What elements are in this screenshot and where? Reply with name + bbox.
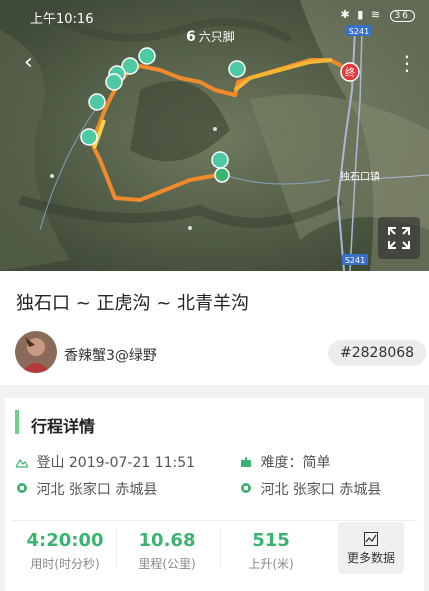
- stat-distance: 10.68 里程(公里): [118, 520, 216, 572]
- status-icons: ✱ ▮ ≋ 36: [341, 8, 415, 22]
- app-brand: 6 六只脚: [186, 28, 235, 45]
- stat-value: 4:20:00: [26, 530, 104, 551]
- start-pin-icon: [17, 483, 27, 493]
- more-data-button[interactable]: 更多数据: [338, 522, 404, 574]
- section-title: 行程详情: [31, 417, 96, 436]
- route-title: 独石口 ~ 正虎沟 ~ 北青羊沟: [16, 293, 250, 314]
- back-arrow-icon: ‹: [24, 50, 33, 75]
- end-pin-icon: [241, 483, 251, 493]
- start-location-info: 河北 张家口 赤城县: [16, 479, 157, 499]
- stat-label: 上升(米): [248, 557, 294, 571]
- activity-date: 登山 2019-07-21 11:51: [36, 455, 196, 471]
- route-map[interactable]: 终 独石口镇 S241 S241 上午10:16 ✱ ▮ ≋ 36 6 六只脚 ‹…: [0, 0, 429, 271]
- end-location-info: 河北 张家口 赤城县: [240, 479, 381, 499]
- difficulty-text: 难度：简单: [260, 455, 331, 471]
- author-name[interactable]: 香辣蟹3@绿野: [64, 345, 157, 365]
- stat-label: 里程(公里): [138, 557, 196, 571]
- stat-ascent: 515 上升(米): [222, 520, 320, 572]
- status-bar: 上午10:16 ✱ ▮ ≋ 36: [0, 0, 429, 30]
- stat-value: 10.68: [138, 530, 196, 551]
- line-chart-icon: [364, 532, 378, 546]
- activity-info: 登山 2019-07-21 11:51: [16, 452, 195, 472]
- brand-logo-icon: 6: [186, 29, 196, 45]
- expand-map-button[interactable]: [378, 217, 420, 259]
- puzzle-icon: [241, 457, 251, 467]
- mountain-icon: [16, 458, 28, 468]
- road-label-bottom: S241: [345, 256, 365, 265]
- end-location: 河北 张家口 赤城县: [260, 482, 382, 498]
- end-marker-label: 终: [345, 66, 355, 79]
- more-data-label: 更多数据: [346, 551, 395, 565]
- stat-value: 515: [252, 530, 290, 551]
- more-vertical-icon: ⋮: [397, 51, 417, 75]
- start-location: 河北 张家口 赤城县: [36, 482, 158, 498]
- wifi-icon: ≋: [370, 8, 383, 21]
- stat-duration: 4:20:00 用时(时分秒): [16, 520, 114, 572]
- start-marker: [214, 167, 230, 183]
- route-header-card: 独石口 ~ 正虎沟 ~ 北青羊沟: [0, 271, 429, 385]
- back-button[interactable]: ‹: [24, 52, 48, 76]
- avatar[interactable]: [15, 331, 57, 373]
- brand-name: 六只脚: [198, 30, 235, 44]
- town-label: 独石口镇: [340, 170, 380, 183]
- battery-icon: 36: [389, 10, 415, 22]
- more-button[interactable]: ⋮: [397, 52, 417, 76]
- difficulty-info: 难度：简单: [240, 452, 330, 472]
- stat-divider: [220, 528, 221, 568]
- bluetooth-icon: ✱: [340, 8, 352, 21]
- stat-label: 用时(时分秒): [30, 557, 100, 571]
- expand-icon: [388, 227, 410, 249]
- stat-divider: [116, 528, 117, 568]
- signal-icon: ▮: [357, 8, 366, 21]
- track-id-badge[interactable]: #2828068: [328, 340, 427, 366]
- section-accent-bar: [15, 410, 19, 434]
- status-time: 上午10:16: [30, 12, 94, 27]
